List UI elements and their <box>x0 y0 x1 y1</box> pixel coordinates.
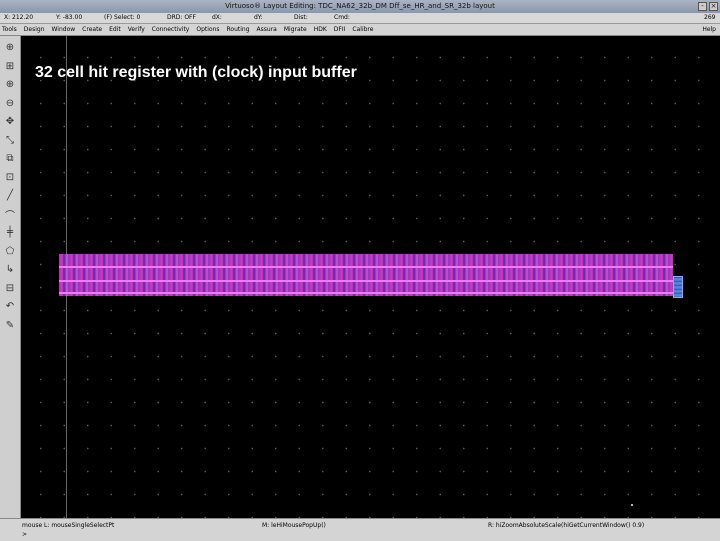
mouse-middle-binding: M: leHiMousePopUp() <box>262 522 326 529</box>
cell-row-divider <box>59 292 673 294</box>
left-toolbar: ⊕ ⊞ ⊕ ⊖ ✥ ⤡ ⧉ ⊡ ╱ ⌒ ╪ ⬠ ↳ ⊟ ↶ ✎ <box>0 36 21 518</box>
copy-icon[interactable]: ⧉ <box>2 151 18 166</box>
drd-status: DRD: OFF <box>167 14 196 21</box>
menu-bar: Tools Design Window Create Edit Verify Connect… <box>0 24 720 36</box>
select-count: (F) Select: 0 <box>104 14 141 21</box>
dx-readout: dX: <box>212 14 222 21</box>
menu-item[interactable]: Tools <box>2 24 17 35</box>
menu-item[interactable]: Assura <box>257 24 277 35</box>
ruler-icon[interactable]: ╪ <box>2 225 18 240</box>
menu-item[interactable]: Verify <box>128 24 145 35</box>
annotation-text: 32 cell hit register with (clock) input … <box>35 64 357 81</box>
clock-input-buffer[interactable] <box>673 276 683 298</box>
menu-item[interactable]: Edit <box>109 24 121 35</box>
zoom-in-icon[interactable]: ⊕ <box>2 77 18 92</box>
coordinate-status-bar: X: 212.20 Y: -83.00 (F) Select: 0 DRD: O… <box>0 13 720 24</box>
menu-item[interactable]: Options <box>196 24 219 35</box>
canvas-marker <box>631 504 633 506</box>
polygon-icon[interactable]: ⬠ <box>2 244 18 259</box>
menu-item[interactable]: Calibre <box>352 24 373 35</box>
command-readout: Cmd: <box>334 14 350 21</box>
layout-canvas[interactable]: 32 cell hit register with (clock) input … <box>21 36 720 518</box>
cell-row-divider <box>59 280 673 282</box>
distance-readout: Dist: <box>294 14 308 21</box>
arc-icon[interactable]: ⌒ <box>2 207 18 222</box>
stretch-icon[interactable]: ⤡ <box>2 133 18 148</box>
status-right-value: 269 <box>704 14 716 21</box>
menu-item[interactable]: HDK <box>314 24 327 35</box>
menu-item[interactable]: Connectivity <box>152 24 190 35</box>
window-title: Virtuoso® Layout Editing: TDC_NA62_32b_D… <box>225 2 495 10</box>
menu-item[interactable]: Design <box>24 24 45 35</box>
y-coordinate: Y: -83.00 <box>56 14 83 21</box>
minimize-icon[interactable]: - <box>698 2 707 11</box>
menu-item[interactable]: DFII <box>334 24 346 35</box>
menu-item[interactable]: Create <box>82 24 102 35</box>
dy-readout: dY: <box>254 14 263 21</box>
hit-register-layout[interactable] <box>59 254 673 296</box>
cell-row-divider <box>59 266 673 268</box>
pencil-icon[interactable]: ✎ <box>2 318 18 333</box>
x-coordinate: X: 212.20 <box>4 14 34 21</box>
menu-item[interactable]: Routing <box>227 24 250 35</box>
menu-item[interactable]: Migrate <box>284 24 307 35</box>
label-icon[interactable]: ↳ <box>2 262 18 277</box>
menu-item[interactable]: Window <box>52 24 76 35</box>
zoom-fit-icon[interactable]: ⊕ <box>2 40 18 55</box>
zoom-out-icon[interactable]: ⊖ <box>2 96 18 111</box>
menu-help[interactable]: Help <box>702 24 716 35</box>
instance-icon[interactable]: ⊟ <box>2 281 18 296</box>
undo-icon[interactable]: ↶ <box>2 299 18 314</box>
path-icon[interactable]: ╱ <box>2 188 18 203</box>
close-icon[interactable]: × <box>709 2 718 11</box>
window-title-bar: Virtuoso® Layout Editing: TDC_NA62_32b_D… <box>0 0 720 13</box>
pan-icon[interactable]: ✥ <box>2 114 18 129</box>
mouse-binding-bar: mouse L: mouseSingleSelectPt M: leHiMous… <box>0 518 720 541</box>
command-prompt[interactable]: > <box>22 531 27 538</box>
mouse-right-binding: R: hiZoomAbsoluteScale(hiGetCurrentWindo… <box>488 522 645 529</box>
mouse-left-binding: mouse L: mouseSingleSelectPt <box>22 522 115 529</box>
move-icon[interactable]: ⊡ <box>2 170 18 185</box>
zoom-area-icon[interactable]: ⊞ <box>2 59 18 74</box>
